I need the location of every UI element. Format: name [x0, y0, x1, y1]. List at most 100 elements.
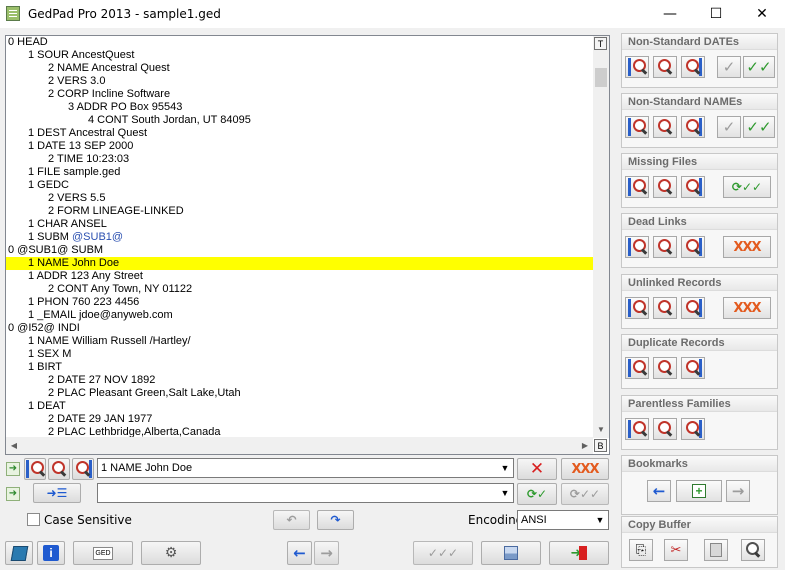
- gedcom-lines[interactable]: 0 HEAD 1 SOUR AncestQuest 2 NAME Ancestral…: [6, 36, 593, 438]
- gedcom-line[interactable]: 1 DEAT: [6, 400, 593, 413]
- gedcom-line[interactable]: 2 DATE 29 JAN 1977: [6, 413, 593, 426]
- delete-matches-button[interactable]: XXX: [561, 458, 609, 480]
- scroll-down-icon[interactable]: ▼: [593, 422, 609, 438]
- gedcom-line[interactable]: 1 _EMAIL jdoe@anyweb.com: [6, 309, 593, 322]
- bookmark-next-button[interactable]: →: [726, 480, 750, 502]
- scroll-right-icon[interactable]: ▶: [577, 437, 593, 454]
- insert-button[interactable]: ➜☰: [33, 483, 81, 503]
- nonstd-names-find-button[interactable]: [653, 116, 677, 138]
- duplicate-records-find-button[interactable]: [653, 357, 677, 379]
- dead-links-next-button[interactable]: [681, 236, 705, 258]
- nonstd-dates-find-button[interactable]: [653, 56, 677, 78]
- gedcom-line[interactable]: 0 @SUB1@ SUBM: [6, 244, 593, 257]
- minimize-button[interactable]: —: [647, 0, 693, 28]
- gedcom-line[interactable]: 1 BIRT: [6, 361, 593, 374]
- gedcom-line[interactable]: 2 VERS 3.0: [6, 75, 593, 88]
- validate-button[interactable]: ✓✓✓: [413, 541, 473, 565]
- unlinked-records-next-button[interactable]: [681, 297, 705, 319]
- find-combobox[interactable]: 1 NAME John Doe ▼: [97, 458, 514, 478]
- clear-find-button[interactable]: ✕: [517, 458, 557, 480]
- save-button[interactable]: [481, 541, 541, 565]
- help-book-button[interactable]: [5, 541, 33, 565]
- gedcom-line[interactable]: 1 DATE 13 SEP 2000: [6, 140, 593, 153]
- encoding-select[interactable]: ANSI ▼: [517, 510, 609, 530]
- nonstd-dates-fix-button[interactable]: ✓: [717, 56, 741, 78]
- dead-links-prev-button[interactable]: [625, 236, 649, 258]
- settings-button[interactable]: ⚙: [141, 541, 201, 565]
- chevron-down-icon[interactable]: ▼: [497, 459, 513, 477]
- missing-files-fix-button[interactable]: ⟳✓✓: [723, 176, 771, 198]
- back-button[interactable]: ←: [287, 541, 312, 565]
- undo-button[interactable]: ↶: [273, 510, 310, 530]
- gedcom-line[interactable]: 1 NAME William Russell /Hartley/: [6, 335, 593, 348]
- chevron-down-icon[interactable]: ▼: [497, 484, 513, 502]
- nonstd-names-fix-all-button[interactable]: ✓✓: [743, 116, 775, 138]
- vertical-scrollbar[interactable]: T ▼: [593, 36, 609, 438]
- gedcom-line[interactable]: 4 CONT South Jordan, UT 84095: [6, 114, 593, 127]
- copy-button[interactable]: ⎘: [629, 539, 653, 561]
- gedcom-line[interactable]: 1 ADDR 123 Any Street: [6, 270, 593, 283]
- top-marker-button[interactable]: T: [594, 37, 607, 50]
- nonstd-dates-fix-all-button[interactable]: ✓✓: [743, 56, 775, 78]
- nonstd-dates-prev-button[interactable]: [625, 56, 649, 78]
- gedcom-line[interactable]: 1 GEDC: [6, 179, 593, 192]
- parentless-families-find-button[interactable]: [653, 418, 677, 440]
- gedcom-pointer-link[interactable]: @SUB1@: [72, 231, 123, 243]
- add-bookmark-button[interactable]: +: [676, 480, 722, 502]
- dead-links-find-button[interactable]: [653, 236, 677, 258]
- gedcom-line[interactable]: 1 SUBM @SUB1@: [6, 231, 593, 244]
- gedcom-line[interactable]: 2 CONT Any Town, NY 01122: [6, 283, 593, 296]
- scroll-left-icon[interactable]: ◀: [6, 437, 22, 454]
- gedcom-line[interactable]: 2 PLAC Pleasant Green,Salt Lake,Utah: [6, 387, 593, 400]
- bookmark-previous-button[interactable]: ←: [647, 480, 671, 502]
- missing-files-find-button[interactable]: [653, 176, 677, 198]
- gedcom-line[interactable]: 0 HEAD: [6, 36, 593, 49]
- exit-button[interactable]: ➜: [549, 541, 609, 565]
- gedcom-editor[interactable]: 0 HEAD 1 SOUR AncestQuest 2 NAME Ancestral…: [5, 35, 610, 455]
- gedcom-line[interactable]: 0 @I52@ INDI: [6, 322, 593, 335]
- info-button[interactable]: i: [37, 541, 65, 565]
- replace-combobox[interactable]: ▼: [97, 483, 514, 503]
- paste-button[interactable]: [704, 539, 728, 561]
- close-button[interactable]: ✕: [739, 0, 785, 28]
- dead-links-delete-button[interactable]: XXX: [723, 236, 771, 258]
- ged-button[interactable]: GED: [73, 541, 133, 565]
- find-button[interactable]: [48, 458, 70, 480]
- gedcom-line[interactable]: 2 DATE 27 NOV 1892: [6, 374, 593, 387]
- parentless-families-next-button[interactable]: [681, 418, 705, 440]
- replace-all-button[interactable]: ⟳✓✓: [561, 483, 609, 505]
- redo-button[interactable]: ↷: [317, 510, 354, 530]
- gedcom-line[interactable]: 2 TIME 10:23:03: [6, 153, 593, 166]
- duplicate-records-prev-button[interactable]: [625, 357, 649, 379]
- forward-button[interactable]: →: [314, 541, 339, 565]
- duplicate-records-next-button[interactable]: [681, 357, 705, 379]
- parentless-families-prev-button[interactable]: [625, 418, 649, 440]
- gedcom-line[interactable]: 3 ADDR PO Box 95543: [6, 101, 593, 114]
- gedcom-line[interactable]: 2 CORP Incline Software: [6, 88, 593, 101]
- gedcom-line[interactable]: 1 FILE sample.ged: [6, 166, 593, 179]
- vertical-scroll-thumb[interactable]: [595, 68, 607, 87]
- unlinked-records-delete-button[interactable]: XXX: [723, 297, 771, 319]
- gedcom-line[interactable]: 1 PHON 760 223 4456: [6, 296, 593, 309]
- gedcom-line[interactable]: 1 DEST Ancestral Quest: [6, 127, 593, 140]
- missing-files-next-button[interactable]: [681, 176, 705, 198]
- horizontal-scrollbar[interactable]: ◀ ▶: [6, 437, 593, 454]
- gedcom-line[interactable]: 1 NAME John Doe: [6, 257, 593, 270]
- cut-button[interactable]: ✂: [664, 539, 688, 561]
- case-sensitive-checkbox[interactable]: [27, 513, 40, 526]
- gedcom-line[interactable]: 1 SOUR AncestQuest: [6, 49, 593, 62]
- gedcom-line[interactable]: 1 SEX M: [6, 348, 593, 361]
- maximize-button[interactable]: ☐: [693, 0, 739, 28]
- bottom-marker-button[interactable]: B: [594, 439, 607, 452]
- replace-button[interactable]: ⟳✓: [517, 483, 557, 505]
- nonstd-names-prev-button[interactable]: [625, 116, 649, 138]
- nonstd-names-fix-button[interactable]: ✓: [717, 116, 741, 138]
- gedcom-line[interactable]: 2 VERS 5.5: [6, 192, 593, 205]
- nonstd-names-next-button[interactable]: [681, 116, 705, 138]
- nonstd-dates-next-button[interactable]: [681, 56, 705, 78]
- gedcom-line[interactable]: 2 NAME Ancestral Quest: [6, 62, 593, 75]
- unlinked-records-prev-button[interactable]: [625, 297, 649, 319]
- missing-files-prev-button[interactable]: [625, 176, 649, 198]
- find-previous-button[interactable]: [24, 458, 46, 480]
- chevron-down-icon[interactable]: ▼: [592, 511, 608, 529]
